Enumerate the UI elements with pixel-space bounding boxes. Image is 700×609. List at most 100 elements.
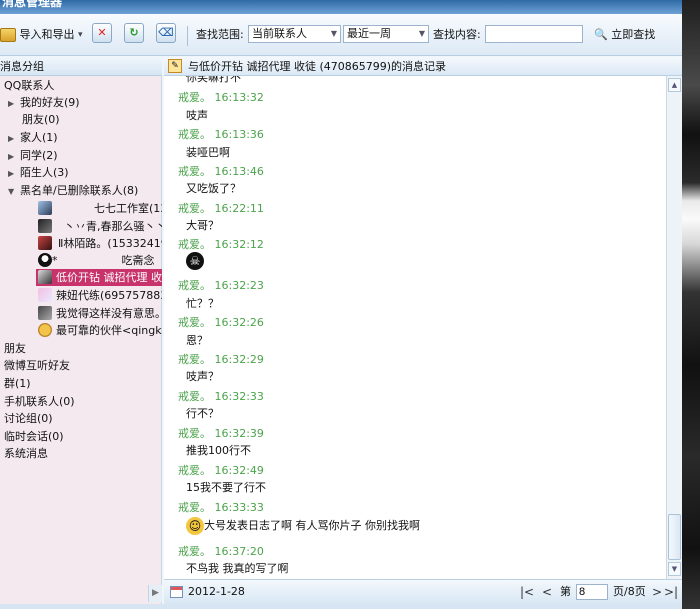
- message-header: 戒爱。 16:13:36: [178, 126, 264, 142]
- contact-name: 最可靠的伙伴<qingkan: [56, 324, 162, 337]
- folder-icon: [0, 28, 16, 42]
- message-time: 16:37:20: [214, 545, 264, 558]
- message-header: 戒爱。 16:32:12: [178, 236, 264, 252]
- message-time: 16:32:12: [214, 238, 264, 251]
- avatar: [38, 323, 52, 337]
- contact-item[interactable]: 七七工作室(13: [94, 200, 162, 217]
- sidebar-item-friends[interactable]: 朋友(0): [22, 111, 60, 128]
- sidebar-item-groups[interactable]: 群(1): [4, 375, 31, 392]
- message-text-cut: 你笑嘛打不: [186, 76, 241, 84]
- sidebar-item-blacklist[interactable]: ▼ 黑名单/已删除联系人(8): [8, 182, 138, 199]
- avatar: [38, 270, 52, 284]
- scroll-up-button[interactable]: ▲: [668, 78, 681, 92]
- message-header: 戒爱。 16:13:46: [178, 163, 264, 179]
- message-text: 吱声: [186, 109, 208, 122]
- contact-item[interactable]: 辣妞代练(695757883): [56, 287, 162, 304]
- range-select[interactable]: 最近一周 ▼: [343, 25, 429, 43]
- sidebar-header: 消息分组: [0, 57, 162, 76]
- sidebar-scroll-right-button[interactable]: ▶: [148, 585, 162, 602]
- chevron-down-icon: ▼: [8, 187, 15, 196]
- delete-icon: ✕: [97, 26, 107, 39]
- contact-item-selected[interactable]: 低价开钻 诚招代理 收: [36, 269, 162, 286]
- message-text: 又吃饭了？: [186, 182, 241, 195]
- message-sender: 戒爱。: [178, 427, 211, 440]
- message-header: 戒爱。 16:22:11: [178, 200, 264, 216]
- import-export-button[interactable]: 导入和导出 ▾: [0, 24, 84, 46]
- message-header: 戒爱。 16:32:26: [178, 314, 264, 330]
- delete-button[interactable]: ✕: [92, 23, 112, 43]
- message-time: 16:32:29: [214, 353, 264, 366]
- message-header: 戒爱。 16:32:33: [178, 388, 264, 404]
- status-bar: 2012-1-28 |< < 第 页/8页 > >|: [164, 579, 682, 604]
- message-scrollbar[interactable]: ▲ ▼: [666, 76, 682, 579]
- message-text: 行不？: [186, 407, 219, 420]
- message-manager-window: 消息管理器 导入和导出 ▾ ✕ ↻ ⌫ 查找范围: 当前联系人 ▼ 最近一周 ▼…: [0, 0, 682, 609]
- sidebar-item-classmates[interactable]: ▶ 同学(2): [8, 147, 58, 164]
- message-with-emoji: ☺ 大号发表日志了啊 有人骂你片子 你别找我啊: [186, 517, 420, 535]
- scroll-down-button[interactable]: ▼: [668, 562, 681, 576]
- find-now-button[interactable]: 🔍 立即查找: [594, 26, 655, 48]
- avatar: [38, 306, 52, 320]
- toolbar-separator: [187, 26, 188, 46]
- sidebar-item-label: 微博互听好友: [4, 359, 70, 372]
- next-page-button[interactable]: >: [652, 580, 662, 604]
- sidebar-item-weibo-friends[interactable]: 微博互听好友: [4, 357, 70, 374]
- message-sender: 戒爱。: [178, 545, 211, 558]
- contact-item[interactable]: Ⅱ林陌路。(153324196: [58, 235, 162, 252]
- import-export-label: 导入和导出: [19, 28, 75, 41]
- sidebar-item-qq-contacts[interactable]: QQ联系人: [4, 77, 54, 94]
- search-scope-label: 查找范围:: [196, 28, 244, 41]
- message-sender: 戒爱。: [178, 316, 211, 329]
- contact-name: 丶丷青,春那么骚丶丶: [64, 220, 162, 233]
- sidebar-item-strangers[interactable]: ▶ 陌生人(3): [8, 164, 69, 181]
- page-number-input[interactable]: [576, 584, 608, 600]
- contact-name: Ⅱ林陌路。(153324196: [58, 237, 162, 250]
- message-sender: 戒爱。: [178, 353, 211, 366]
- message-sender: 戒爱。: [178, 238, 211, 251]
- scope-select-value: 当前联系人: [252, 27, 307, 40]
- sidebar-item-family[interactable]: ▶ 家人(1): [8, 129, 58, 146]
- toolbar: 导入和导出 ▾ ✕ ↻ ⌫ 查找范围: 当前联系人 ▼ 最近一周 ▼ 查找内容:…: [0, 14, 682, 56]
- first-page-button[interactable]: |<: [520, 580, 534, 604]
- skull-emoji-icon: ☠: [186, 252, 204, 270]
- sidebar: 消息分组 QQ联系人 ▶ 我的好友(9) 朋友(0) ▶ 家人(1) ▶ 同学(2) …: [0, 57, 162, 604]
- refresh-button[interactable]: ↻: [124, 23, 144, 43]
- prev-page-button[interactable]: <: [542, 580, 552, 604]
- sidebar-item-mobile-contacts[interactable]: 手机联系人(0): [4, 393, 75, 410]
- contact-name: 低价开钻 诚招代理 收: [56, 271, 162, 284]
- message-time: 16:32:49: [214, 464, 264, 477]
- last-page-button[interactable]: >|: [664, 580, 678, 604]
- contact-item[interactable]: * 吃斋念: [52, 252, 162, 269]
- contact-item[interactable]: 最可靠的伙伴<qingkan: [56, 322, 162, 339]
- contact-item[interactable]: 丶丷青,春那么骚丶丶: [64, 218, 162, 235]
- message-text: 忙？？: [186, 297, 219, 310]
- window-title: 消息管理器: [2, 0, 63, 9]
- chevron-right-icon: ▶: [8, 134, 15, 143]
- message-header: 戒爱。 16:32:39: [178, 425, 264, 441]
- clean-button[interactable]: ⌫: [156, 23, 176, 43]
- window-bottom-border: [0, 604, 682, 609]
- sidebar-item-label: 陌生人(3): [20, 166, 69, 179]
- contact-name: 吃斋念: [121, 254, 155, 267]
- message-sender: 戒爱。: [178, 501, 211, 514]
- scope-select[interactable]: 当前联系人 ▼: [248, 25, 341, 43]
- sidebar-item-label: QQ联系人: [4, 79, 55, 92]
- sidebar-item-discussion-groups[interactable]: 讨论组(0): [4, 410, 53, 427]
- conversation-header: ✎ 与低价开钻 诚招代理 收徒 (470865799)的消息记录: [164, 57, 682, 76]
- sidebar-item-my-friends[interactable]: ▶ 我的好友(9): [8, 94, 80, 111]
- message-list: 你笑嘛打不 戒爱。 16:13:32 吱声 戒爱。 16:13:36 装哑巴啊 …: [164, 76, 666, 579]
- sidebar-item-system-messages[interactable]: 系统消息: [4, 445, 48, 462]
- title-bar[interactable]: 消息管理器: [0, 0, 682, 14]
- sidebar-item-friends-group[interactable]: 朋友: [4, 340, 26, 357]
- search-input[interactable]: [485, 25, 583, 43]
- chevron-up-icon: ▲: [671, 81, 678, 89]
- calendar-icon[interactable]: [170, 586, 183, 598]
- contact-item[interactable]: 我觉得这样没有意思。: [56, 305, 162, 322]
- sidebar-item-temp-sessions[interactable]: 临时会话(0): [4, 428, 64, 445]
- chevron-down-icon: ▾: [78, 30, 83, 40]
- sidebar-item-label: 临时会话(0): [4, 430, 64, 443]
- contact-name: 我觉得这样没有意思。: [56, 307, 162, 320]
- scroll-thumb[interactable]: [668, 514, 681, 560]
- avatar: [38, 236, 52, 250]
- sidebar-item-label: 我的好友(9): [20, 96, 80, 109]
